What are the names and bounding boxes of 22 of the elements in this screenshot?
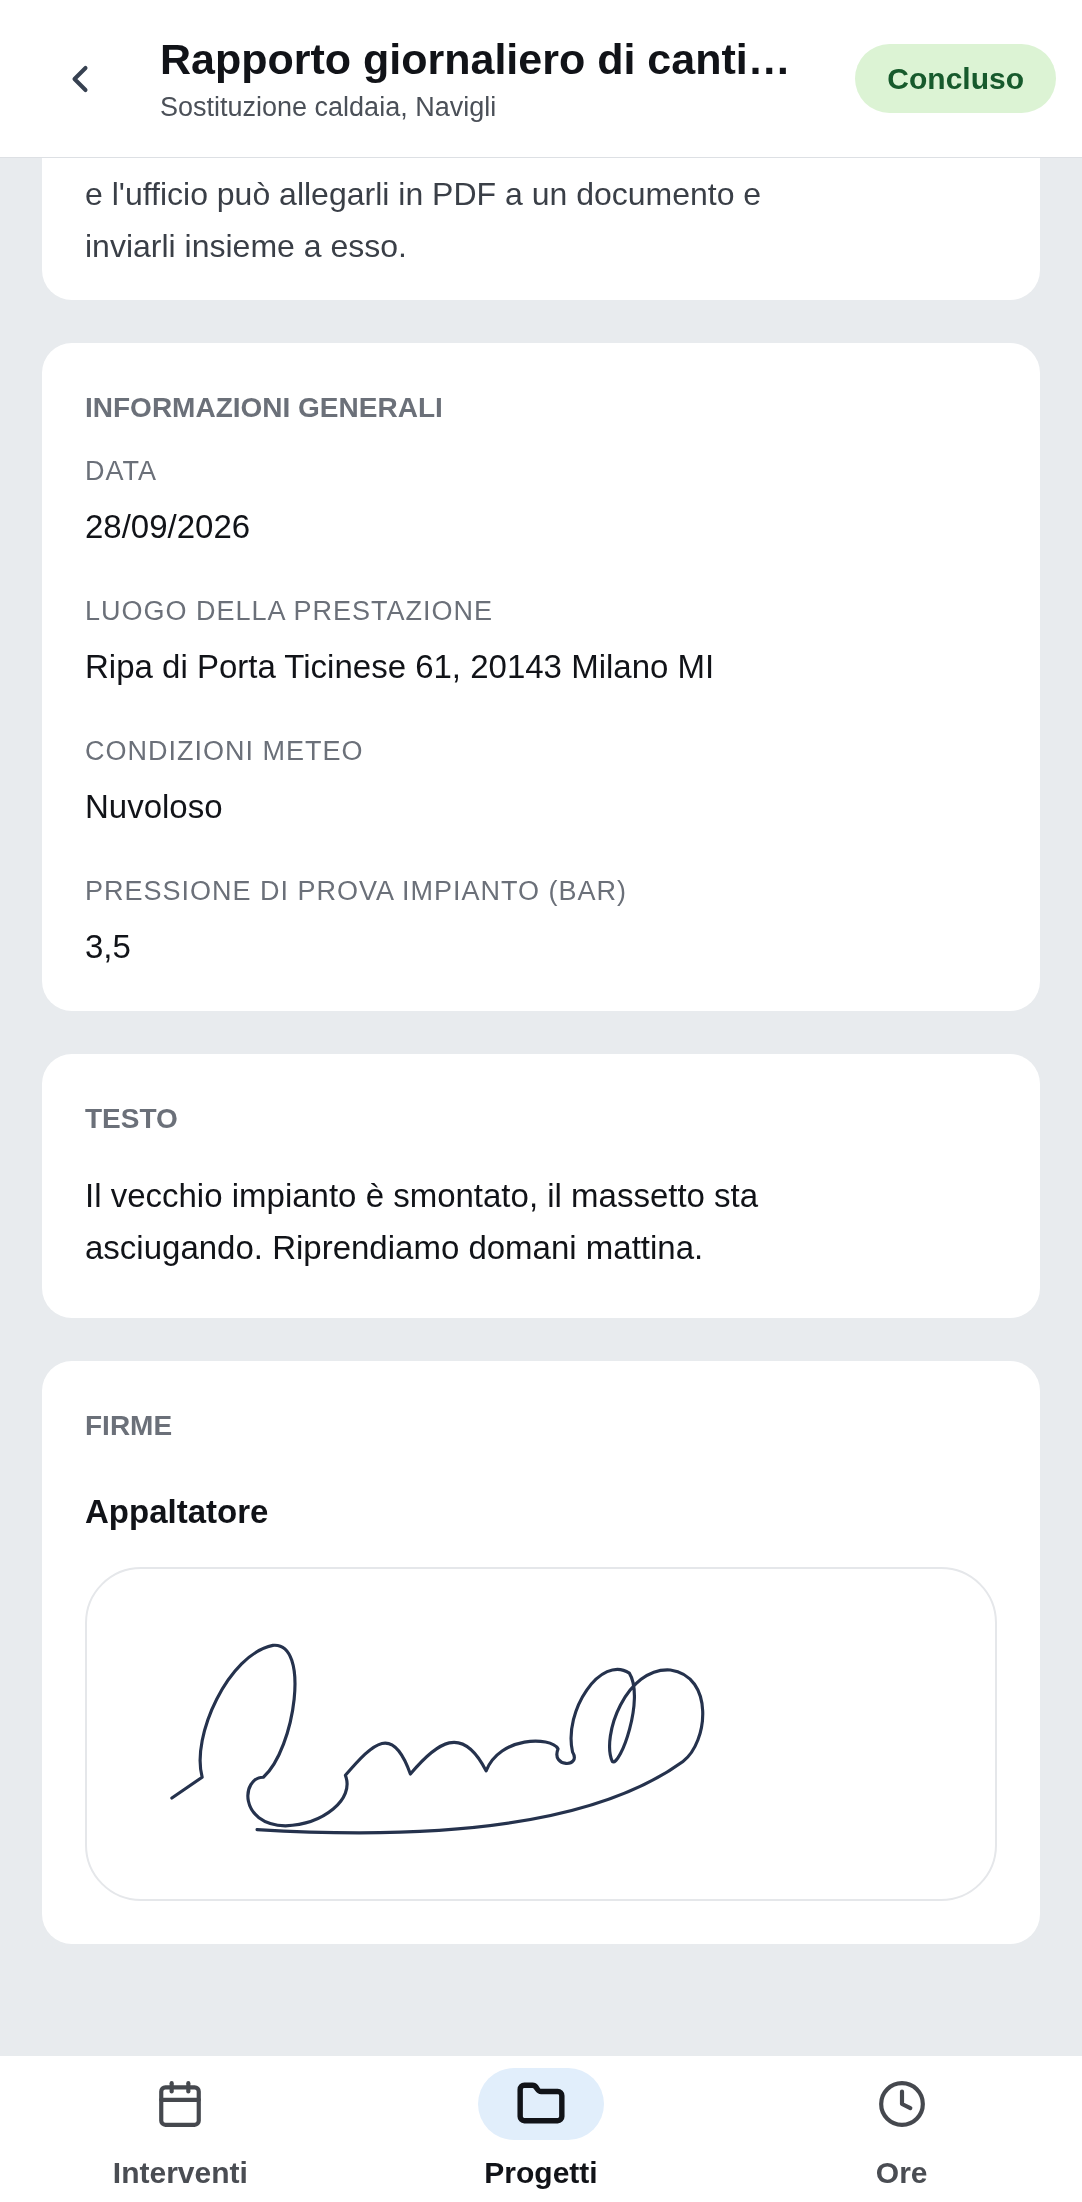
field-label: DATA bbox=[85, 455, 158, 488]
section-heading: TESTO bbox=[85, 1102, 179, 1136]
field-value: Nuvoloso bbox=[85, 786, 224, 827]
section-heading: INFORMAZIONI GENERALI bbox=[85, 391, 444, 425]
field-value: 3,5 bbox=[85, 926, 132, 967]
signer-role: Appaltatore bbox=[85, 1492, 270, 1532]
field-label: PRESSIONE DI PROVA IMPIANTO (BAR) bbox=[85, 875, 629, 908]
status-badge: Concluso bbox=[855, 44, 1056, 113]
field-label: LUOGO DELLA PRESTAZIONE bbox=[85, 595, 495, 628]
report-text: Il vecchio impianto è smontato, il massetto sta asciugando. Riprendiamo domani mattina. bbox=[85, 1176, 760, 1268]
nav-tab[interactable]: Ore bbox=[721, 2056, 1082, 2202]
field-value: Ripa di Porta Ticinese 61, 20143 Milano MI bbox=[85, 646, 716, 687]
page-title: Rapporto giornaliero di canti… bbox=[160, 33, 792, 85]
clock-icon bbox=[876, 2079, 927, 2129]
nav-tab[interactable]: Interventi bbox=[0, 2056, 361, 2202]
info-text: inviarli insieme a esso. bbox=[85, 227, 408, 266]
page-subtitle: Sostituzione caldaia, Navigli bbox=[160, 90, 498, 124]
field-label: CONDIZIONI METEO bbox=[85, 735, 365, 768]
nav-tab[interactable]: Progetti bbox=[360, 2056, 722, 2202]
field-value: 28/09/2026 bbox=[85, 506, 252, 547]
section-heading: FIRME bbox=[85, 1409, 174, 1443]
info-text: e l'ufficio può allegarli in PDF a un documento e bbox=[85, 175, 763, 214]
